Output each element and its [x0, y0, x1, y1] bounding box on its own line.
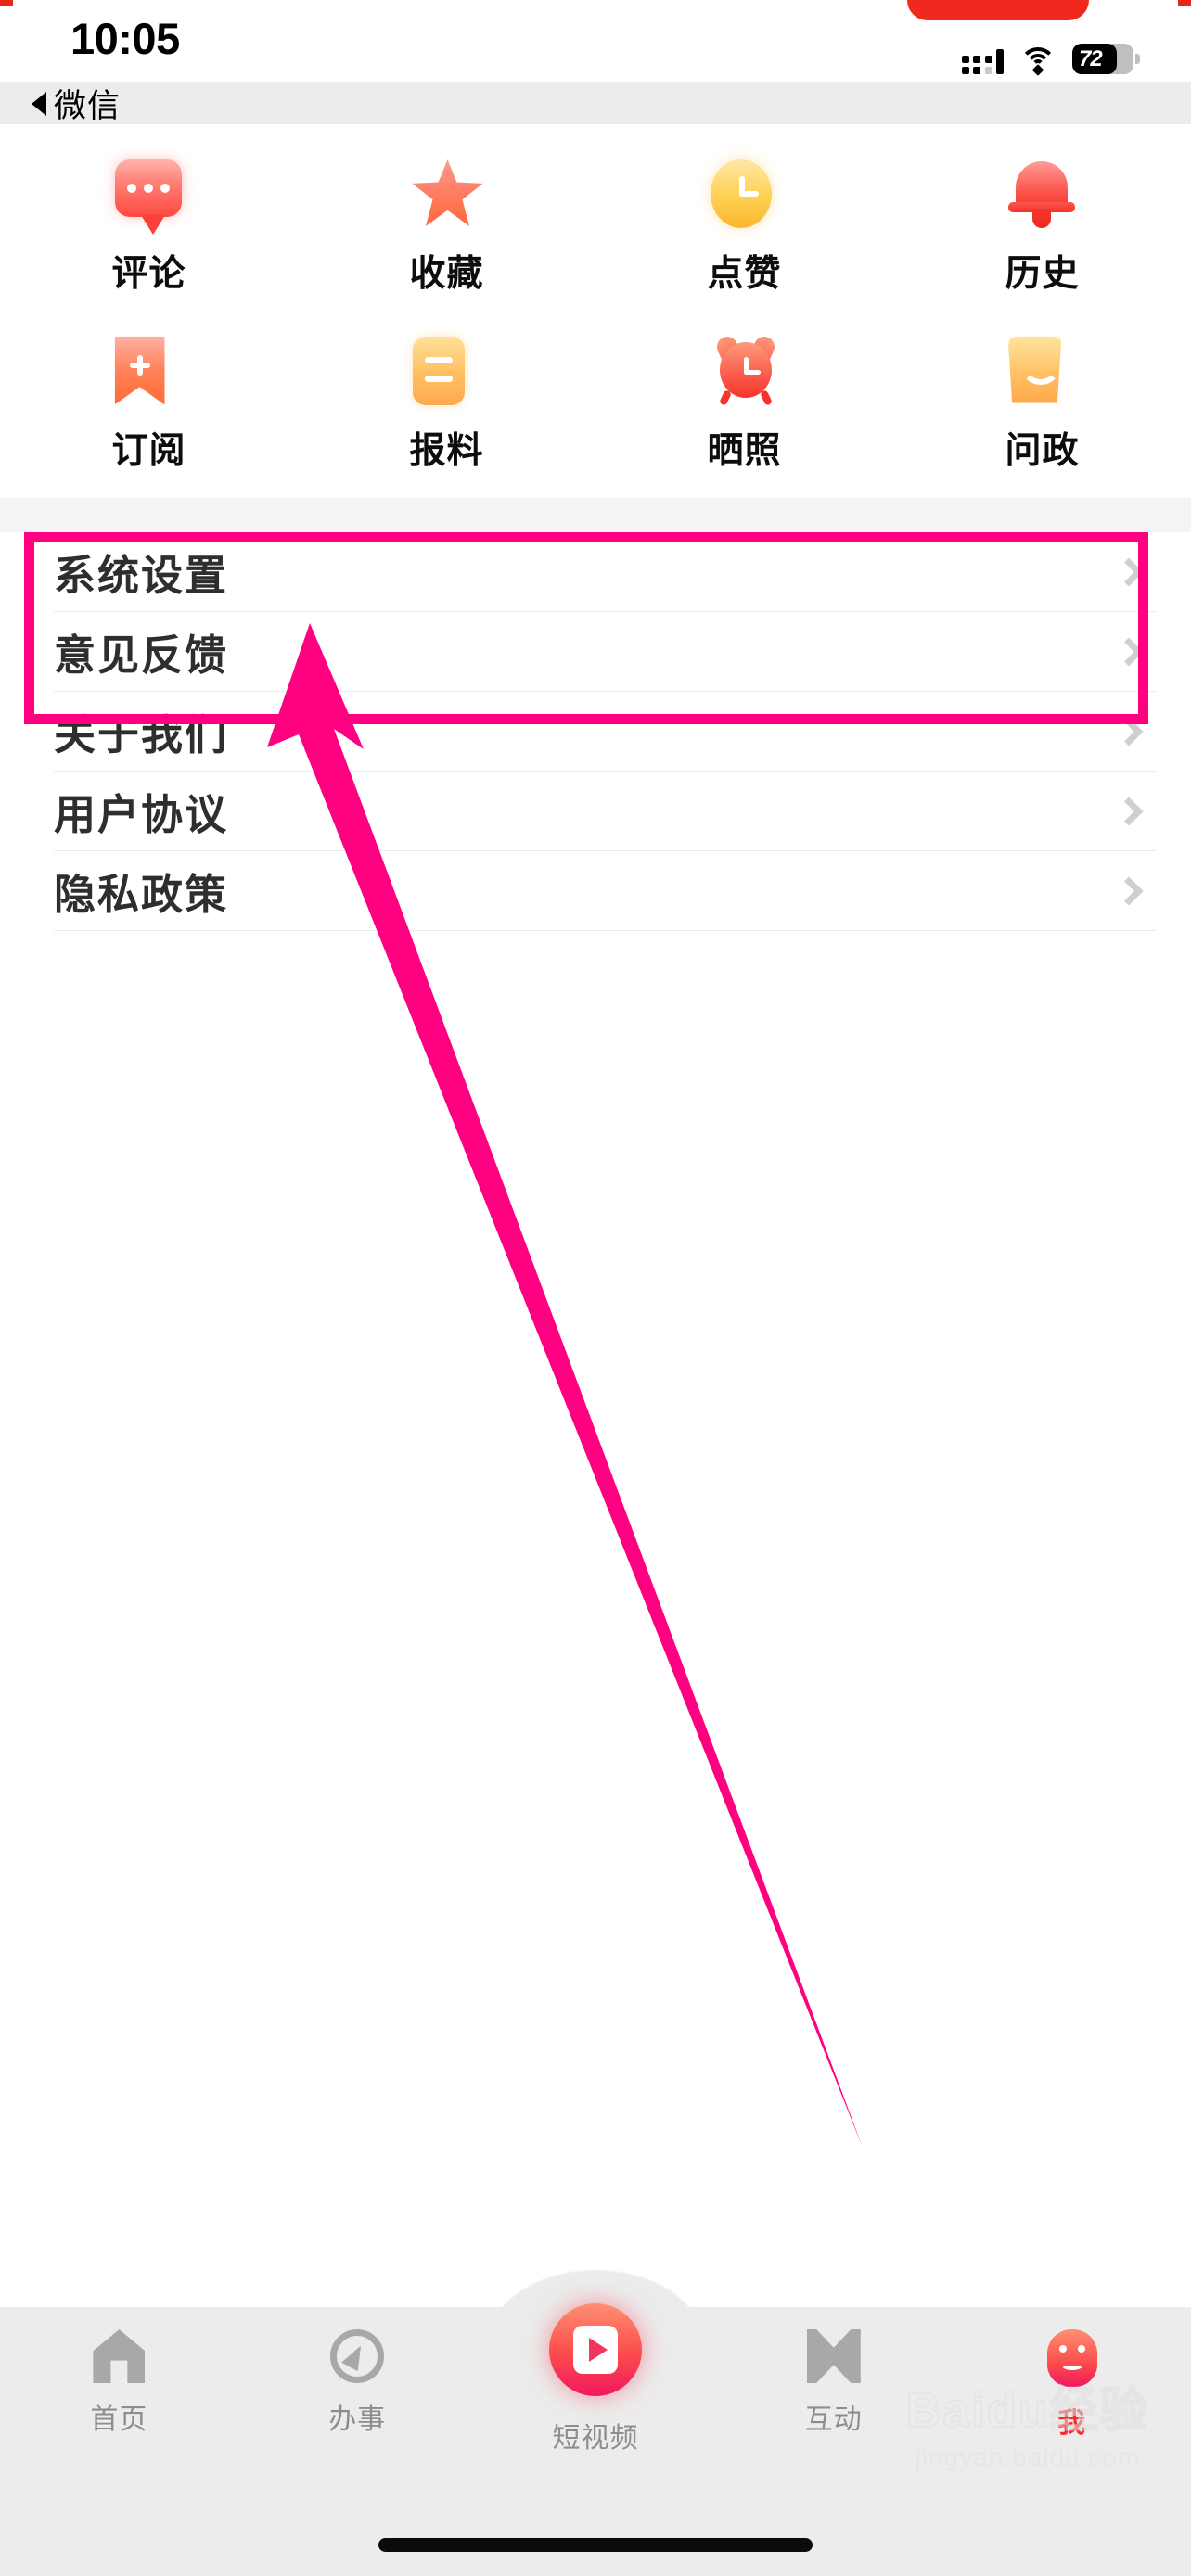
home-icon	[93, 2329, 145, 2383]
grid-item-tipoff[interactable]: 报料	[298, 322, 596, 499]
grid-item-favorites[interactable]: 收藏	[298, 145, 596, 322]
tab-home[interactable]: 首页	[0, 2329, 238, 2496]
cellular-signal-icon	[961, 46, 1004, 74]
star-icon	[412, 159, 483, 228]
menu-item-label: 系统设置	[54, 552, 229, 599]
battery-percent-text: 72	[1079, 45, 1103, 71]
bookmark-plus-icon	[114, 336, 184, 405]
menu-item-label: 意见反馈	[54, 631, 229, 679]
chevron-right-icon	[1114, 875, 1144, 906]
grid-item-label: 点赞	[707, 254, 782, 294]
section-separator	[0, 498, 1191, 532]
shopping-bag-icon	[1007, 336, 1077, 405]
settings-menu-list: 系统设置 意见反馈 关于我们 用户协议 隐私政策	[0, 532, 1191, 931]
battery-icon: 72	[1072, 44, 1140, 74]
tab-label: 短视频	[552, 2423, 639, 2454]
grid-item-label: 评论	[111, 254, 186, 294]
tab-short-video[interactable]: 短视频	[477, 2303, 715, 2496]
status-bar-indicators: 72	[961, 43, 1140, 76]
document-lines-icon	[412, 336, 481, 405]
grid-item-label: 订阅	[111, 430, 186, 471]
baidu-jingyan-watermark: Baidu经验 jingyan.baidu.com	[889, 2384, 1167, 2472]
tab-label: 首页	[90, 2404, 148, 2435]
grid-item-government[interactable]: 问政	[893, 322, 1191, 499]
menu-item-label: 用户协议	[54, 791, 229, 838]
grid-item-label: 收藏	[409, 254, 484, 294]
chevron-right-icon	[1114, 556, 1144, 587]
wifi-icon	[1019, 47, 1057, 76]
chevron-right-icon	[1114, 636, 1144, 667]
menu-item-label: 隐私政策	[54, 871, 229, 918]
grid-item-photoshare[interactable]: 晒照	[596, 322, 893, 499]
grid-item-label: 报料	[409, 430, 484, 471]
tab-label: 办事	[328, 2404, 387, 2435]
bell-icon	[1007, 159, 1077, 228]
chevron-right-icon	[1114, 716, 1144, 746]
grid-item-label: 历史	[1005, 254, 1080, 294]
watermark-brand: Baidu经验	[905, 2384, 1150, 2438]
feature-grid: 评论 收藏 点赞 历史 订阅 报料 晒照 问政	[0, 124, 1191, 498]
menu-item-feedback[interactable]: 意见反馈	[0, 612, 1191, 691]
grid-item-subscribe[interactable]: 订阅	[0, 322, 298, 499]
smiley-face-icon	[1046, 2329, 1097, 2387]
menu-item-system-settings[interactable]: 系统设置	[0, 532, 1191, 611]
back-label: 微信	[54, 87, 122, 124]
menu-item-about-us[interactable]: 关于我们	[0, 692, 1191, 771]
clock-icon	[710, 159, 779, 228]
menu-item-user-agreement[interactable]: 用户协议	[0, 772, 1191, 850]
compass-icon	[330, 2329, 385, 2383]
grid-item-comment[interactable]: 评论	[0, 145, 298, 322]
status-bar-clock: 10:05	[70, 14, 180, 63]
home-indicator	[378, 2538, 813, 2552]
comment-bubble-icon	[114, 159, 184, 235]
grid-item-likes[interactable]: 点赞	[596, 145, 893, 322]
wechat-back-bar[interactable]: 微信	[0, 82, 1191, 124]
interaction-x-icon	[807, 2329, 861, 2383]
grid-item-label: 晒照	[707, 430, 782, 471]
video-play-icon	[548, 2303, 642, 2396]
menu-divider	[54, 930, 1156, 931]
menu-item-label: 关于我们	[54, 711, 229, 759]
tab-label: 互动	[804, 2404, 863, 2435]
alarm-clock-icon	[711, 332, 779, 406]
chevron-right-icon	[1114, 796, 1144, 826]
grid-item-history[interactable]: 历史	[893, 145, 1191, 322]
back-triangle-icon	[32, 91, 46, 116]
tab-services[interactable]: 办事	[238, 2329, 477, 2496]
menu-item-privacy-policy[interactable]: 隐私政策	[0, 851, 1191, 930]
phone-screen: 10:05 72 微信 评论 收藏 点赞 历史 订阅 报料 晒照 问政 系统设置…	[0, 0, 1191, 2576]
top-left-red-edge	[0, 0, 13, 6]
top-right-red-edge	[1178, 0, 1191, 6]
watermark-url: jingyan.baidu.com	[915, 2442, 1141, 2471]
recording-indicator-pill	[907, 0, 1089, 20]
grid-item-label: 问政	[1005, 430, 1080, 471]
